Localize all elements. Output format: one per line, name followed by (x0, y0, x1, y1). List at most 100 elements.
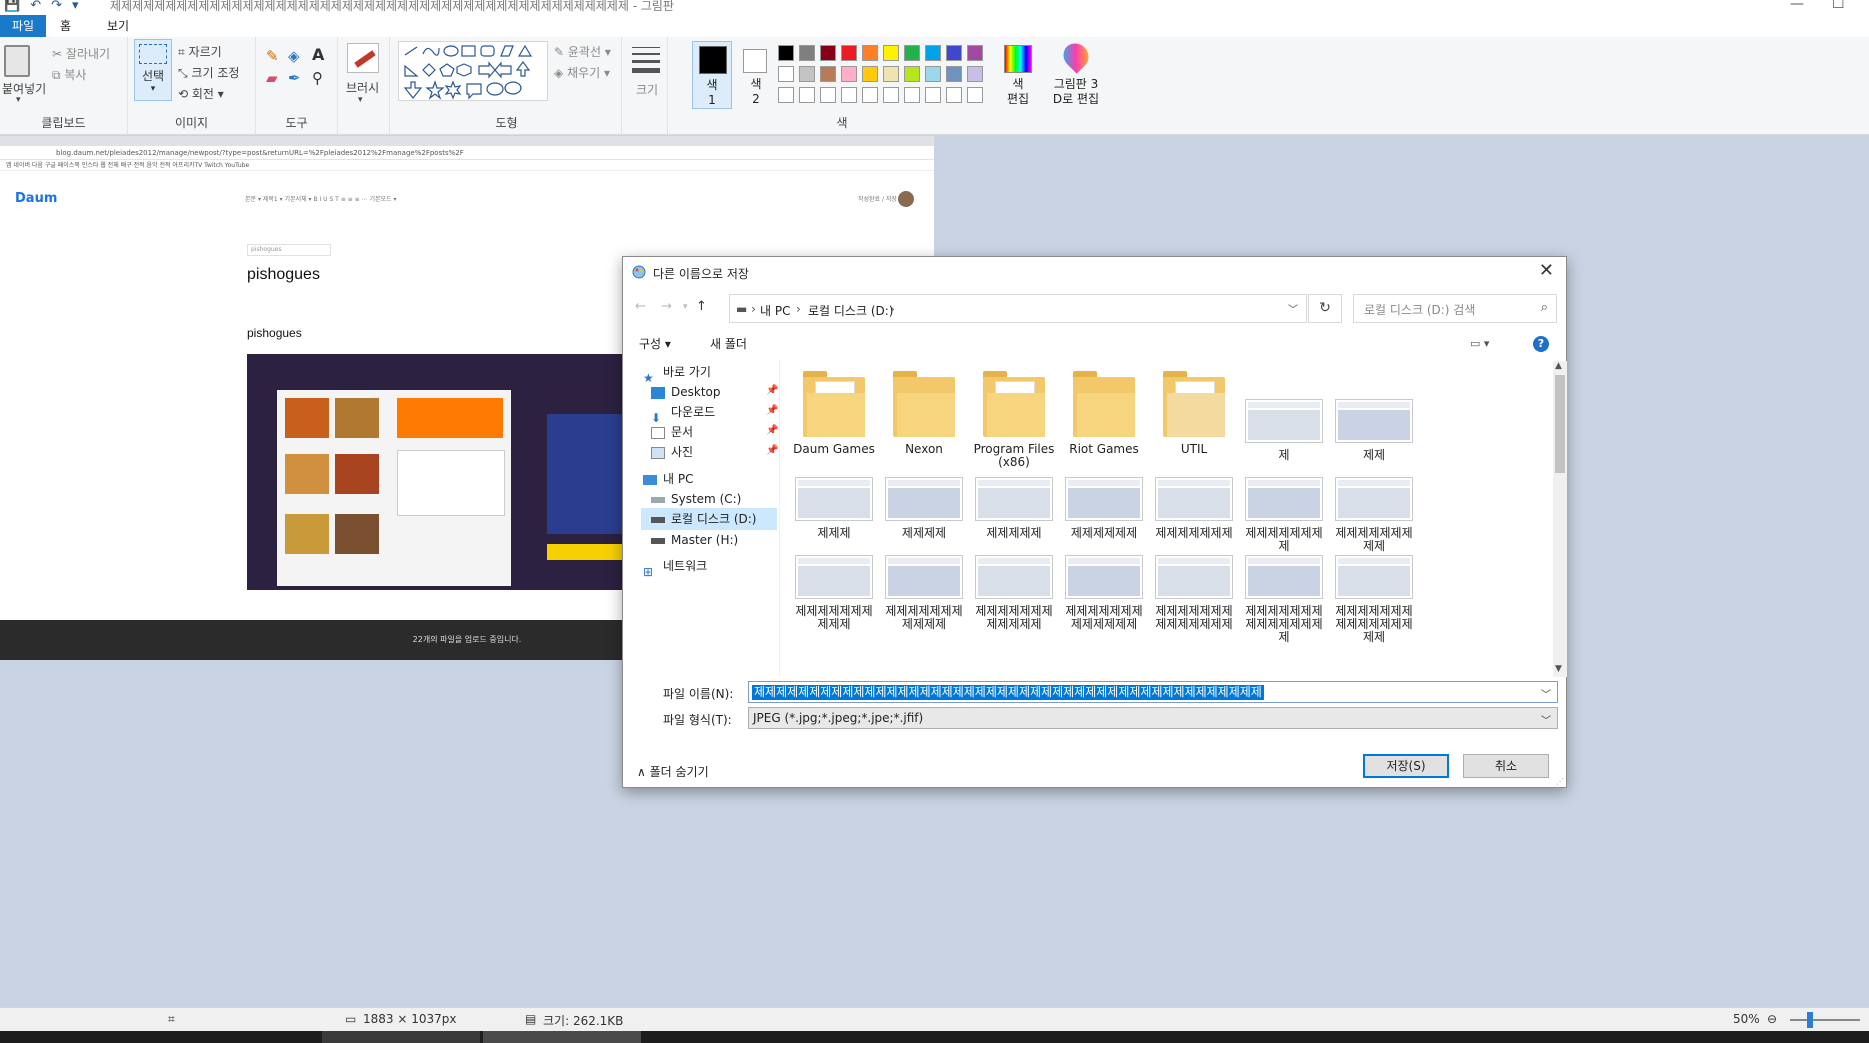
palette-swatch-empty[interactable] (778, 87, 794, 103)
file-item[interactable]: 제제제제제제제제제제제 (881, 555, 967, 631)
palette-swatch[interactable] (799, 66, 815, 82)
palette-swatch[interactable] (883, 45, 899, 61)
nav-documents[interactable]: 문서 (651, 421, 761, 443)
palette-swatch[interactable] (841, 66, 857, 82)
nav-pictures[interactable]: 사진 (651, 441, 761, 463)
shapes-gallery[interactable] (398, 41, 548, 101)
organize-button[interactable]: 구성 ▾ (639, 335, 671, 352)
paste-icon[interactable] (4, 45, 30, 77)
file-list-scrollbar[interactable]: ▲ ▼ (1553, 361, 1567, 677)
palette-swatch[interactable] (967, 45, 983, 61)
palette-swatch[interactable] (946, 45, 962, 61)
palette-swatch[interactable] (883, 66, 899, 82)
file-item[interactable]: 제제제 (791, 477, 877, 540)
palette-swatch-empty[interactable] (904, 87, 920, 103)
palette-swatch-empty[interactable] (841, 87, 857, 103)
file-item[interactable]: 제제제제제제제제제제제제제제 (1151, 555, 1237, 631)
recent-dropdown-icon[interactable]: ▾ (683, 302, 688, 312)
folder-riot-games[interactable]: Riot Games (1061, 371, 1147, 456)
palette-swatch-empty[interactable] (883, 87, 899, 103)
pencil-icon[interactable]: ✎ (266, 47, 279, 65)
palette-swatch[interactable] (925, 45, 941, 61)
rotate-button[interactable]: ⟲ 회전 ▾ (178, 85, 224, 102)
crop-button[interactable]: ⌗ 자르기 (178, 43, 222, 60)
save-button[interactable]: 저장(S) (1363, 754, 1449, 778)
forward-arrow-icon[interactable]: → (661, 299, 672, 314)
breadcrumb[interactable]: ▬ › 내 PC › 로컬 디스크 (D:) › ﹀ (729, 294, 1307, 323)
folder-nexon[interactable]: Nexon (881, 371, 967, 456)
taskbar-item[interactable] (483, 1031, 641, 1043)
filetype-select[interactable]: JPEG (*.jpg;*.jpeg;*.jpe;*.jfif) ﹀ (748, 707, 1558, 729)
resize-grip-icon[interactable]: ⋰ (1556, 777, 1564, 786)
paste-button[interactable]: 붙여넣기 (2, 80, 46, 97)
palette-swatch[interactable] (799, 45, 815, 61)
fill-button[interactable]: ◈ 채우기 ▾ (554, 64, 610, 81)
palette-swatch-empty[interactable] (799, 87, 815, 103)
edit-colors-button[interactable]: 색 편집 (998, 41, 1038, 109)
folder-program-files-x86[interactable]: Program Files (x86) (971, 371, 1057, 469)
palette-swatch[interactable] (841, 45, 857, 61)
search-input[interactable]: 로컬 디스크 (D:) 검색 ⌕ (1353, 294, 1557, 323)
customize-qat-icon[interactable]: ▾ (72, 0, 79, 13)
breadcrumb-my-pc[interactable]: 내 PC (760, 302, 790, 319)
file-item[interactable]: 제제제제제제제제제제제제 (971, 555, 1057, 631)
paste-dropdown-icon[interactable]: ▾ (16, 95, 21, 105)
palette-swatch[interactable] (967, 66, 983, 82)
view-options-icon[interactable]: ▭ ▾ (1470, 337, 1489, 350)
nav-my-pc[interactable]: 내 PC (643, 468, 773, 490)
filename-input[interactable]: 제제제제제제제제제제제제제제제제제제제제제제제제제제제제제제제제제제제제제제제제… (748, 681, 1558, 703)
palette-swatch-empty[interactable] (967, 87, 983, 103)
resize-button[interactable]: ⤡ 크기 조정 (178, 64, 239, 81)
new-folder-button[interactable]: 새 폴더 (710, 335, 747, 352)
nav-master-h[interactable]: Master (H:) (651, 529, 761, 551)
palette-swatch[interactable] (820, 66, 836, 82)
zoom-out-icon[interactable]: ⊖ (1767, 1012, 1777, 1026)
text-tool-icon[interactable]: A (312, 45, 324, 64)
fill-bucket-icon[interactable]: ◈ (288, 47, 300, 65)
maximize-icon[interactable]: ☐ (1832, 0, 1845, 12)
palette-swatch[interactable] (862, 66, 878, 82)
scroll-thumb[interactable] (1555, 375, 1565, 473)
tab-file[interactable]: 파일 (0, 15, 47, 37)
palette-swatch-empty[interactable] (862, 87, 878, 103)
taskbar-item[interactable] (322, 1031, 480, 1043)
file-item[interactable]: 제제제제제제제제제제제제제제제제 (1331, 555, 1417, 644)
palette-swatch[interactable] (778, 45, 794, 61)
tab-home[interactable]: 홈 (48, 15, 83, 37)
cut-button[interactable]: ✂ 잘라내기 (52, 45, 110, 62)
palette-swatch-empty[interactable] (925, 87, 941, 103)
scroll-down-icon[interactable]: ▼ (1555, 664, 1562, 674)
hide-folders-toggle[interactable]: ∧ 폴더 숨기기 (637, 763, 709, 780)
color2-button[interactable]: 색2 (738, 41, 774, 109)
file-item[interactable]: 제 (1241, 399, 1327, 462)
help-icon[interactable]: ? (1533, 336, 1549, 352)
up-arrow-icon[interactable]: ↑ (696, 299, 707, 314)
nav-quick-access[interactable]: ★ 바로 가기 (643, 361, 773, 385)
file-item[interactable]: 제제제제제제제제제 (1331, 477, 1417, 553)
file-item[interactable]: 제제제제제제제제제제 (791, 555, 877, 631)
back-arrow-icon[interactable]: ← (635, 299, 646, 314)
brush-group[interactable]: 브러시 ▾ (338, 37, 390, 135)
close-icon[interactable]: ✕ (1539, 260, 1554, 281)
select-button[interactable]: 선택 ▾ (134, 39, 172, 101)
refresh-button[interactable]: ↻ (1308, 294, 1342, 323)
redo-icon[interactable]: ↷ (51, 0, 62, 13)
nav-desktop[interactable]: Desktop (651, 381, 761, 403)
file-item[interactable]: 제제제제 (881, 477, 967, 540)
palette-swatch[interactable] (904, 45, 920, 61)
zoom-slider-thumb[interactable] (1807, 1012, 1813, 1028)
size-group[interactable]: 크기 (624, 37, 668, 135)
palette-swatch-empty[interactable] (820, 87, 836, 103)
cancel-button[interactable]: 취소 (1463, 754, 1549, 778)
copy-button[interactable]: ⧉ 복사 (52, 66, 86, 83)
nav-local-disk-d[interactable]: 로컬 디스크 (D:) (641, 508, 777, 530)
palette-swatch[interactable] (904, 66, 920, 82)
file-item[interactable]: 제제제제제제제제제제제제제 (1061, 555, 1147, 631)
eraser-icon[interactable]: ▰ (266, 69, 278, 87)
nav-system-c[interactable]: System (C:) (651, 488, 761, 510)
paint3d-button[interactable]: 그림판 3 D로 편집 (1044, 38, 1108, 109)
file-item[interactable]: 제제제제제제제 (1151, 477, 1237, 540)
undo-icon[interactable]: ↶ (30, 0, 41, 13)
nav-network[interactable]: ⊞ 네트워크 (643, 555, 773, 579)
palette-swatch[interactable] (925, 66, 941, 82)
